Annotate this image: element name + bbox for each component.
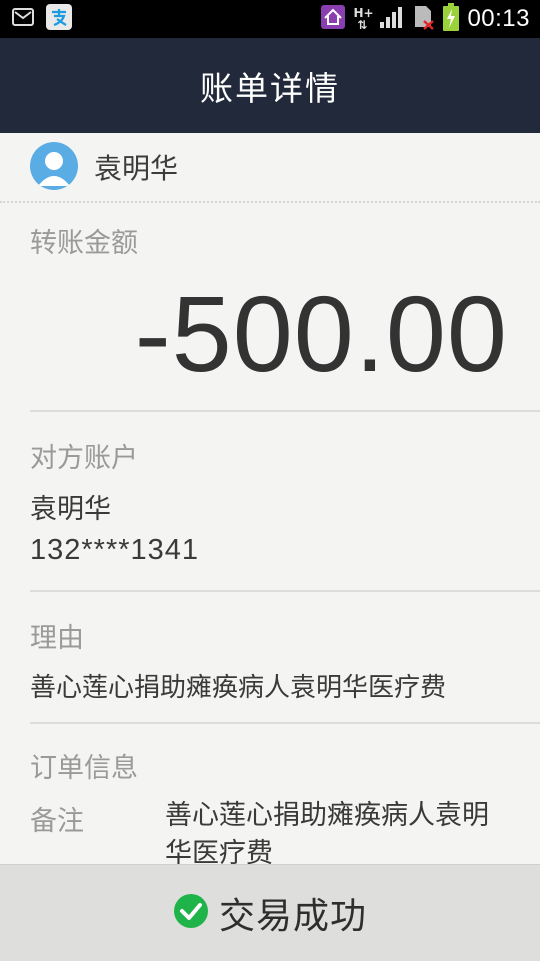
note-value: 善心莲心捐助瘫痪病人袁明华医疗费 (165, 800, 489, 864)
counterparty-phone: 132****1341 (30, 534, 200, 566)
home-app-icon (321, 5, 346, 33)
reason-label: 理由 (30, 623, 84, 654)
counterparty-label: 对方账户 (30, 443, 138, 474)
transaction-status-bar: 交易成功 (0, 864, 540, 961)
clock: 00:13 (467, 5, 530, 32)
mail-icon (12, 8, 34, 30)
divider (30, 590, 540, 592)
status-bar-notifications (12, 4, 72, 30)
note-label: 备注 (30, 806, 84, 837)
order-info-label: 订单信息 (30, 753, 138, 784)
counterparty-name: 袁明华 (30, 494, 111, 525)
payee-row[interactable]: 袁明华 (0, 133, 540, 203)
title-bar: 账单详情 (0, 38, 540, 133)
bill-detail-content[interactable]: 袁明华 转账金额 -500.00 对方账户 袁明华 132****1341 理由… (0, 133, 540, 864)
network-type-label: H+ (353, 6, 374, 20)
page-title: 账单详情 (200, 68, 340, 108)
alipay-icon (46, 4, 72, 34)
divider (30, 722, 540, 724)
network-type-icon: H+ ⇅ (353, 6, 374, 32)
transfer-amount: -500.00 (134, 273, 508, 394)
signal-icon (379, 5, 405, 33)
transaction-status-text: 交易成功 (218, 896, 367, 937)
sim-error-icon (413, 4, 435, 34)
battery-charging-icon (443, 3, 460, 35)
avatar (30, 142, 78, 190)
divider (30, 410, 540, 412)
success-check-icon (173, 893, 209, 933)
amount-label: 转账金额 (30, 228, 138, 259)
status-bar-system: H+ ⇅ 00:13 (321, 3, 530, 35)
status-bar: H+ ⇅ 00:13 (0, 0, 540, 38)
reason-text: 善心莲心捐助瘫痪病人袁明华医疗费 (30, 673, 447, 703)
user-avatar-icon (38, 152, 70, 186)
payee-name: 袁明华 (94, 152, 179, 185)
